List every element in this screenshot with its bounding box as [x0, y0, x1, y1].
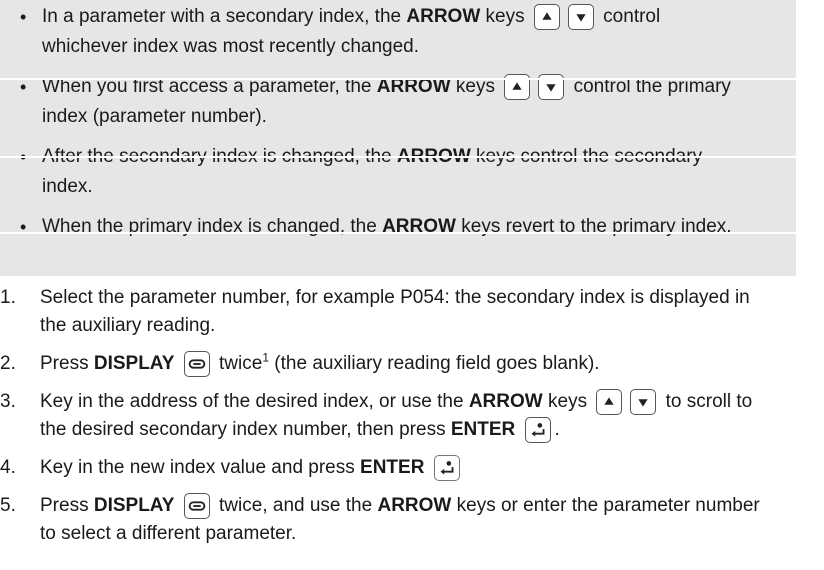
note-bullet-4: • When the primary index is changed, the… [12, 212, 784, 242]
display-key-icon [183, 350, 210, 377]
bullet-dot: • [20, 77, 27, 97]
arrow-up-key-icon [533, 3, 560, 30]
note-bullet-1: • In a parameter with a secondary index,… [12, 2, 784, 62]
step-2: 2. Press DISPLAY twice1 (the auxiliary r… [0, 350, 796, 378]
note-bullet-2: • When you first access a parameter, the… [12, 72, 784, 132]
enter-key-icon [524, 416, 551, 443]
procedure-steps: 1. Select the parameter number, for exam… [0, 284, 796, 558]
display-key-icon [183, 492, 210, 519]
step-5: 5. Press DISPLAY twice, and use the ARRO… [0, 492, 796, 548]
step-1: 1. Select the parameter number, for exam… [0, 287, 750, 336]
bullet-dot: • [20, 217, 27, 237]
arrow-up-key-icon [596, 388, 623, 415]
note-divider [0, 232, 796, 234]
enter-key-icon [433, 454, 460, 481]
note-bullet-3: • After the secondary index is changed, … [12, 142, 784, 202]
note-divider [0, 156, 796, 158]
bullet-dot: • [20, 7, 27, 27]
arrow-down-key-icon [630, 388, 657, 415]
note-box: • In a parameter with a secondary index,… [0, 0, 796, 276]
note-bullet-list: • In a parameter with a secondary index,… [12, 2, 784, 242]
arrow-down-key-icon [567, 3, 594, 30]
manual-page: • In a parameter with a secondary index,… [0, 0, 824, 570]
note-divider [0, 78, 796, 80]
step-3: 3. Key in the address of the desired ind… [0, 388, 796, 444]
step-4: 4. Key in the new index value and press … [0, 454, 796, 482]
